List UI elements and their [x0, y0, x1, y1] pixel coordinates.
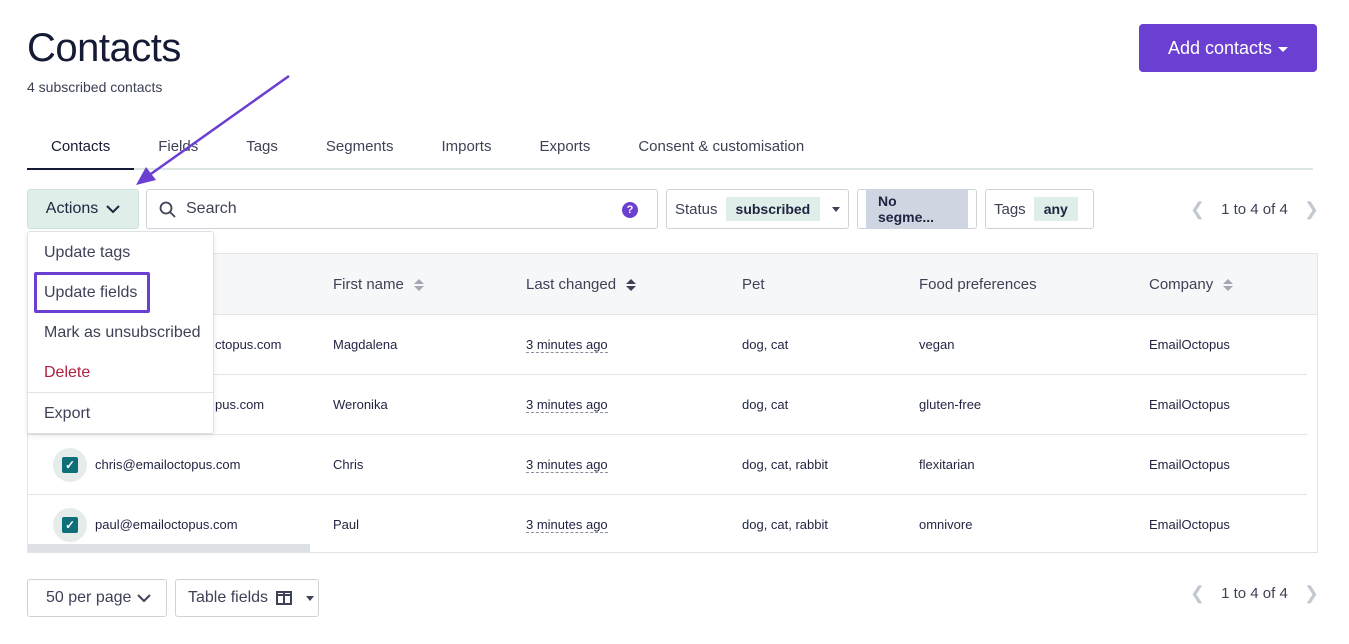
table-row[interactable]: ctopus.com Magdalena 3 minutes ago dog, …: [28, 315, 1307, 375]
actions-button[interactable]: Actions: [27, 189, 139, 229]
column-label: First name: [333, 276, 404, 293]
bottom-pagination: ❮ 1 to 4 of 4 ❯: [1190, 583, 1319, 604]
pet-cell: dog, cat: [742, 397, 789, 412]
tab-exports[interactable]: Exports: [515, 128, 614, 170]
column-label: Food preferences: [919, 276, 1037, 293]
first-name-cell: Magdalena: [333, 337, 398, 352]
sort-icon: [413, 278, 424, 291]
search-input[interactable]: [186, 200, 616, 218]
menu-item-mark-unsubscribed[interactable]: Mark as unsubscribed: [44, 324, 201, 342]
checkmark-icon: ✓: [62, 457, 78, 473]
tab-imports[interactable]: Imports: [417, 128, 515, 170]
email-cell[interactable]: pus.com: [215, 397, 264, 412]
horizontal-scrollbar[interactable]: [28, 544, 310, 552]
menu-item-update-fields[interactable]: Update fields: [44, 284, 137, 302]
sort-icon: [626, 278, 637, 291]
column-label: Pet: [742, 276, 765, 293]
last-changed-cell: 3 minutes ago: [526, 457, 608, 473]
email-cell[interactable]: paul@emailoctopus.com: [95, 517, 238, 532]
contacts-table: First name Last changed Pet Food prefere…: [27, 253, 1318, 553]
menu-item-export[interactable]: Export: [44, 405, 90, 423]
segment-filter-value: No segme...: [866, 189, 968, 229]
tags-filter-label: Tags: [994, 200, 1026, 218]
menu-divider: [28, 392, 213, 393]
table-row[interactable]: ✓ chris@emailoctopus.com Chris 3 minutes…: [28, 435, 1307, 495]
food-cell: flexitarian: [919, 457, 975, 472]
chevron-right-icon[interactable]: ❯: [1304, 583, 1319, 604]
per-page-select[interactable]: 50 per page: [27, 579, 167, 617]
sort-icon: [1223, 278, 1234, 291]
tags-filter[interactable]: Tags any: [985, 189, 1094, 229]
caret-down-icon: [306, 595, 315, 601]
last-changed-cell: 3 minutes ago: [526, 397, 608, 413]
column-header-pet: Pet: [742, 276, 765, 293]
menu-item-update-tags[interactable]: Update tags: [44, 244, 130, 262]
email-cell[interactable]: ctopus.com: [215, 337, 281, 352]
pet-cell: dog, cat: [742, 337, 789, 352]
status-filter-label: Status: [675, 200, 718, 218]
company-cell: EmailOctopus: [1149, 457, 1230, 472]
actions-menu: Update tags Update fields Mark as unsubs…: [27, 231, 214, 434]
last-changed-cell: 3 minutes ago: [526, 517, 608, 533]
row-checkbox[interactable]: ✓: [53, 508, 87, 542]
search-icon: [159, 201, 176, 218]
add-contacts-button[interactable]: Add contacts: [1139, 24, 1317, 72]
pagination-range: 1 to 4 of 4: [1221, 585, 1288, 602]
status-filter-value: subscribed: [725, 197, 821, 221]
pet-cell: dog, cat, rabbit: [742, 517, 828, 532]
help-icon[interactable]: ?: [622, 202, 638, 218]
last-changed-cell: 3 minutes ago: [526, 337, 608, 353]
company-cell: EmailOctopus: [1149, 337, 1230, 352]
company-cell: EmailOctopus: [1149, 517, 1230, 532]
tab-consent[interactable]: Consent & customisation: [614, 128, 828, 170]
caret-down-icon: [832, 207, 840, 212]
table-fields-label: Table fields: [188, 589, 269, 606]
column-header-food-preferences: Food preferences: [919, 276, 1037, 293]
tab-contacts[interactable]: Contacts: [27, 128, 135, 170]
column-header-company[interactable]: Company: [1149, 276, 1234, 293]
email-cell[interactable]: chris@emailoctopus.com: [95, 457, 240, 472]
actions-label: Actions: [45, 200, 99, 217]
page-title: Contacts: [27, 26, 181, 70]
segment-filter[interactable]: No segme...: [857, 189, 977, 229]
chevron-down-icon: [137, 593, 152, 602]
tab-fields[interactable]: Fields: [134, 128, 222, 170]
food-cell: omnivore: [919, 517, 973, 532]
per-page-label: 50 per page: [46, 589, 132, 606]
top-pagination: ❮ 1 to 4 of 4 ❯: [1190, 199, 1319, 220]
first-name-cell: Weronika: [333, 397, 388, 412]
columns-icon: [276, 591, 293, 605]
food-cell: vegan: [919, 337, 955, 352]
food-cell: gluten-free: [919, 397, 982, 412]
table-row[interactable]: pus.com Weronika 3 minutes ago dog, cat …: [28, 375, 1307, 435]
add-contacts-label: Add contacts: [1167, 37, 1273, 58]
chevron-right-icon[interactable]: ❯: [1304, 199, 1319, 220]
chevron-left-icon[interactable]: ❮: [1190, 583, 1205, 604]
row-checkbox[interactable]: ✓: [53, 448, 87, 482]
table-fields-button[interactable]: Table fields: [175, 579, 319, 617]
chevron-down-icon: [106, 204, 120, 213]
status-filter[interactable]: Status subscribed: [666, 189, 849, 229]
checkmark-icon: ✓: [62, 517, 78, 533]
company-cell: EmailOctopus: [1149, 397, 1230, 412]
column-label: Last changed: [526, 276, 617, 293]
column-header-first-name[interactable]: First name: [333, 276, 424, 293]
column-header-last-changed[interactable]: Last changed: [526, 276, 637, 293]
tab-segments[interactable]: Segments: [302, 128, 418, 170]
first-name-cell: Paul: [333, 517, 360, 532]
menu-item-delete[interactable]: Delete: [44, 364, 90, 382]
pet-cell: dog, cat, rabbit: [742, 457, 828, 472]
subscribed-count: 4 subscribed contacts: [27, 79, 163, 95]
table-header: First name Last changed Pet Food prefere…: [28, 254, 1317, 315]
chevron-left-icon[interactable]: ❮: [1190, 199, 1205, 220]
pagination-range: 1 to 4 of 4: [1221, 201, 1288, 218]
caret-down-icon: [1278, 46, 1289, 52]
column-label: Company: [1149, 276, 1214, 293]
search-box: ?: [146, 189, 658, 229]
tab-tags[interactable]: Tags: [222, 128, 302, 170]
first-name-cell: Chris: [333, 457, 364, 472]
tags-filter-value: any: [1033, 197, 1078, 221]
tab-bar: Contacts Fields Tags Segments Imports Ex…: [27, 128, 1313, 170]
